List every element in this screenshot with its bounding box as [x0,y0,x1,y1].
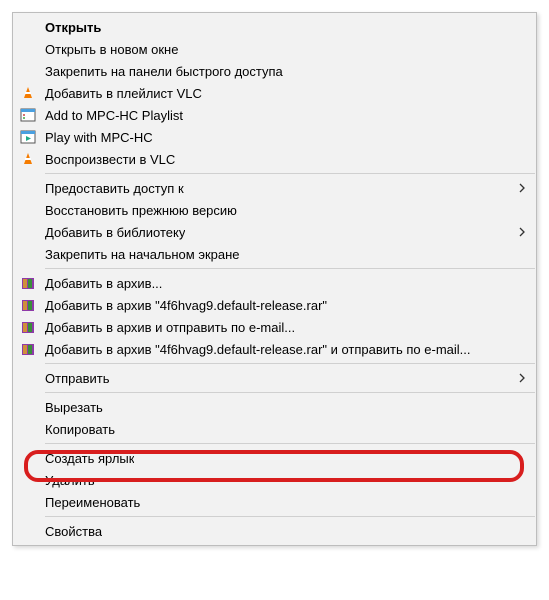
menu-pin-start[interactable]: Закрепить на начальном экране [13,243,536,265]
menu-label: Предоставить доступ к [45,181,184,196]
mpc-play-icon [19,128,37,146]
menu-properties[interactable]: Свойства [13,520,536,542]
menu-copy[interactable]: Копировать [13,418,536,440]
menu-create-shortcut[interactable]: Создать ярлык [13,447,536,469]
menu-give-access[interactable]: Предоставить доступ к [13,177,536,199]
menu-label: Свойства [45,524,102,539]
mpc-playlist-icon [19,106,37,124]
blank-icon [19,369,37,387]
separator [45,173,535,174]
vlc-icon [19,84,37,102]
menu-play-mpc[interactable]: Play with MPC-HC [13,126,536,148]
separator [45,268,535,269]
submenu-arrow-icon [518,227,526,237]
menu-restore-prev[interactable]: Восстановить прежнюю версию [13,199,536,221]
menu-label: Add to MPC-HC Playlist [45,108,183,123]
menu-label: Копировать [45,422,115,437]
blank-icon [19,522,37,540]
menu-add-mpc-playlist[interactable]: Add to MPC-HC Playlist [13,104,536,126]
blank-icon [19,398,37,416]
menu-label: Удалить [45,473,95,488]
menu-label: Открыть [45,20,101,35]
blank-icon [19,62,37,80]
menu-label: Добавить в архив... [45,276,162,291]
menu-label: Добавить в библиотеку [45,225,185,240]
menu-delete[interactable]: Удалить [13,469,536,491]
context-menu: Открыть Открыть в новом окне Закрепить н… [12,12,537,546]
blank-icon [19,493,37,511]
blank-icon [19,201,37,219]
menu-add-library[interactable]: Добавить в библиотеку [13,221,536,243]
winrar-icon [19,296,37,314]
blank-icon [19,449,37,467]
blank-icon [19,18,37,36]
menu-label: Добавить в архив "4f6hvag9.default-relea… [45,298,327,313]
menu-label: Закрепить на панели быстрого доступа [45,64,283,79]
blank-icon [19,179,37,197]
menu-label: Отправить [45,371,109,386]
menu-label: Создать ярлык [45,451,134,466]
separator [45,443,535,444]
menu-label: Добавить в плейлист VLC [45,86,202,101]
menu-rename[interactable]: Переименовать [13,491,536,513]
winrar-icon [19,274,37,292]
blank-icon [19,471,37,489]
menu-label: Переименовать [45,495,140,510]
menu-open[interactable]: Открыть [13,16,536,38]
blank-icon [19,40,37,58]
menu-label: Восстановить прежнюю версию [45,203,237,218]
menu-label: Открыть в новом окне [45,42,178,57]
blank-icon [19,420,37,438]
menu-label: Play with MPC-HC [45,130,153,145]
separator [45,363,535,364]
menu-add-archive-name[interactable]: Добавить в архив "4f6hvag9.default-relea… [13,294,536,316]
menu-add-archive[interactable]: Добавить в архив... [13,272,536,294]
menu-label: Вырезать [45,400,103,415]
menu-pin-quick-access[interactable]: Закрепить на панели быстрого доступа [13,60,536,82]
blank-icon [19,223,37,241]
menu-label: Закрепить на начальном экране [45,247,240,262]
menu-play-vlc[interactable]: Воспроизвести в VLC [13,148,536,170]
menu-cut[interactable]: Вырезать [13,396,536,418]
menu-label: Добавить в архив "4f6hvag9.default-relea… [45,342,471,357]
menu-add-archive-name-email[interactable]: Добавить в архив "4f6hvag9.default-relea… [13,338,536,360]
submenu-arrow-icon [518,373,526,383]
vlc-icon [19,150,37,168]
menu-open-new-window[interactable]: Открыть в новом окне [13,38,536,60]
blank-icon [19,245,37,263]
submenu-arrow-icon [518,183,526,193]
menu-label: Воспроизвести в VLC [45,152,175,167]
separator [45,392,535,393]
menu-label: Добавить в архив и отправить по e-mail..… [45,320,295,335]
separator [45,516,535,517]
menu-add-archive-email[interactable]: Добавить в архив и отправить по e-mail..… [13,316,536,338]
winrar-icon [19,318,37,336]
menu-send-to[interactable]: Отправить [13,367,536,389]
winrar-icon [19,340,37,358]
menu-add-vlc-playlist[interactable]: Добавить в плейлист VLC [13,82,536,104]
